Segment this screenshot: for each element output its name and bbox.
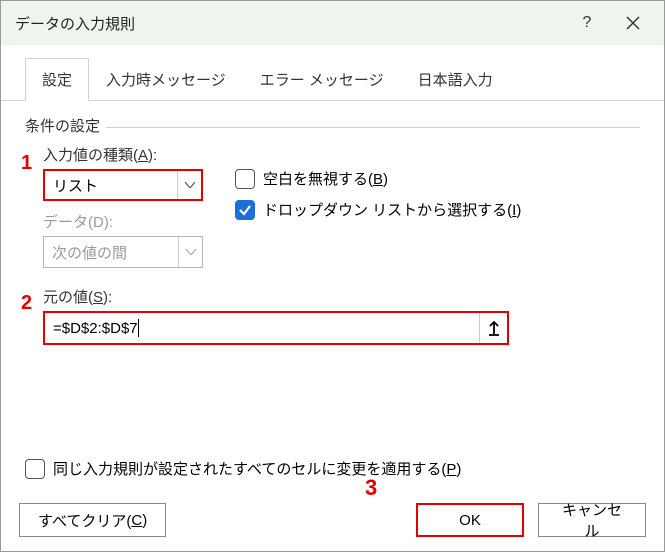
- source-value: =$D$2:$D$7: [45, 320, 138, 337]
- checkbox-checked-icon: [235, 200, 255, 220]
- allow-combobox[interactable]: リスト: [43, 169, 203, 201]
- tab-settings[interactable]: 設定: [25, 58, 89, 101]
- tab-input-message[interactable]: 入力時メッセージ: [89, 58, 243, 101]
- data-validation-dialog: データの入力規則 ? 設定 入力時メッセージ エラー メッセージ 日本語入力 条…: [0, 0, 665, 552]
- tab-error-alert[interactable]: エラー メッセージ: [243, 58, 401, 101]
- data-label: データ(D):: [43, 211, 235, 232]
- source-refedit[interactable]: =$D$2:$D$7: [43, 311, 509, 345]
- ignore-blank-checkbox[interactable]: 空白を無視する(B): [235, 168, 640, 189]
- tab-content: 条件の設定 1 入力値の種類(A): リスト データ(D): 次の値の間: [1, 101, 664, 345]
- cancel-button[interactable]: キャンセル: [538, 503, 646, 537]
- help-button[interactable]: ?: [564, 1, 610, 45]
- apply-to-all-checkbox[interactable]: 同じ入力規則が設定されたすべてのセルに変更を適用する(P): [25, 458, 461, 479]
- close-icon: [626, 16, 640, 30]
- titlebar: データの入力規則 ?: [1, 1, 664, 45]
- allow-value: リスト: [53, 175, 98, 196]
- data-combobox: 次の値の間: [43, 236, 203, 268]
- collapse-dialog-icon: [487, 320, 501, 336]
- clear-all-button[interactable]: すべてクリア(C): [19, 503, 166, 537]
- in-cell-dropdown-checkbox[interactable]: ドロップダウン リストから選択する(I): [235, 199, 640, 220]
- dialog-title: データの入力規則: [15, 13, 564, 34]
- range-selector-button[interactable]: [479, 313, 507, 343]
- data-value: 次の値の間: [52, 242, 127, 263]
- text-cursor: [138, 319, 139, 337]
- chevron-down-icon: [177, 171, 201, 199]
- checkbox-unchecked-icon: [25, 459, 45, 479]
- annotation-2: 2: [21, 292, 32, 315]
- annotation-3: 3: [365, 475, 377, 501]
- allow-label: 入力値の種類(A):: [43, 144, 235, 165]
- fieldset-divider: [25, 127, 640, 128]
- source-label: 元の値(S):: [43, 286, 640, 307]
- close-button[interactable]: [610, 1, 656, 45]
- dialog-buttons: すべてクリア(C) OK キャンセル: [1, 503, 664, 537]
- tab-strip: 設定 入力時メッセージ エラー メッセージ 日本語入力: [1, 45, 664, 101]
- ok-button[interactable]: OK: [416, 503, 524, 537]
- checkbox-unchecked-icon: [235, 169, 255, 189]
- chevron-down-icon: [178, 237, 202, 267]
- annotation-1: 1: [21, 152, 32, 175]
- tab-ime-mode[interactable]: 日本語入力: [401, 58, 510, 101]
- criteria-label: 条件の設定: [25, 115, 106, 136]
